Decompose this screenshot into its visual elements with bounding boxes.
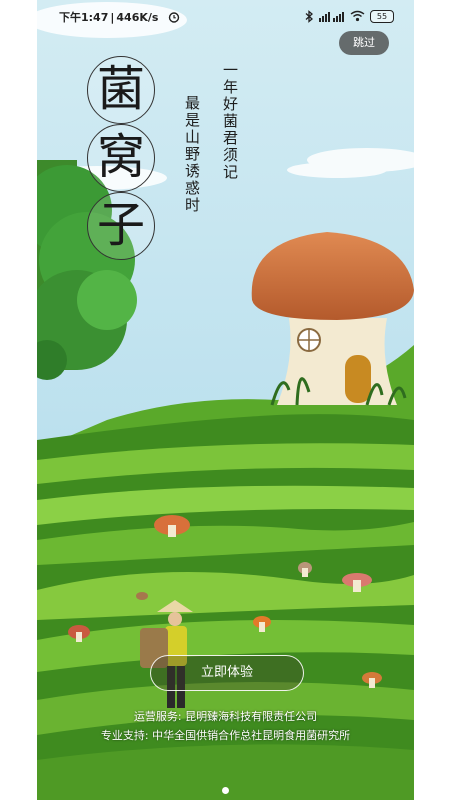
splash-screen: 下午1:47 | 446K/s 55 跳过 菌 窝 子 一年好菌君须记 最是山野诱惑… [37, 0, 414, 800]
logo-char-zi: 子 [87, 192, 155, 260]
slogan-line-1: 一年好菌君须记 [221, 62, 239, 181]
app-logo: 菌 窝 子 [87, 56, 157, 260]
battery-icon: 55 [370, 9, 394, 23]
wifi-icon [350, 10, 365, 22]
network-speed: 446K/s [116, 11, 159, 24]
slogan-line-2: 最是山野诱惑时 [183, 95, 201, 214]
logo-char-wo: 窝 [87, 124, 155, 192]
page-indicator-dot [222, 787, 229, 794]
status-bar-right: 55 [305, 8, 394, 24]
signal-icon [319, 12, 344, 22]
skip-button[interactable]: 跳过 [339, 31, 389, 55]
alarm-icon [169, 12, 180, 23]
status-time: 下午1:47 [59, 11, 109, 24]
support-credit: 专业支持: 中华全国供销合作总社昆明食用菌研究所 [100, 729, 351, 742]
logo-char-jun: 菌 [87, 56, 155, 124]
bluetooth-icon [305, 9, 313, 23]
enter-now-button[interactable]: 立即体验 [150, 655, 304, 691]
battery-level: 55 [376, 11, 388, 21]
operator-credit: 运营服务: 昆明臻海科技有限责任公司 [133, 710, 318, 723]
status-bar: 下午1:47 | 446K/s 55 [37, 0, 414, 32]
status-bar-left: 下午1:47 | 446K/s [59, 9, 180, 25]
